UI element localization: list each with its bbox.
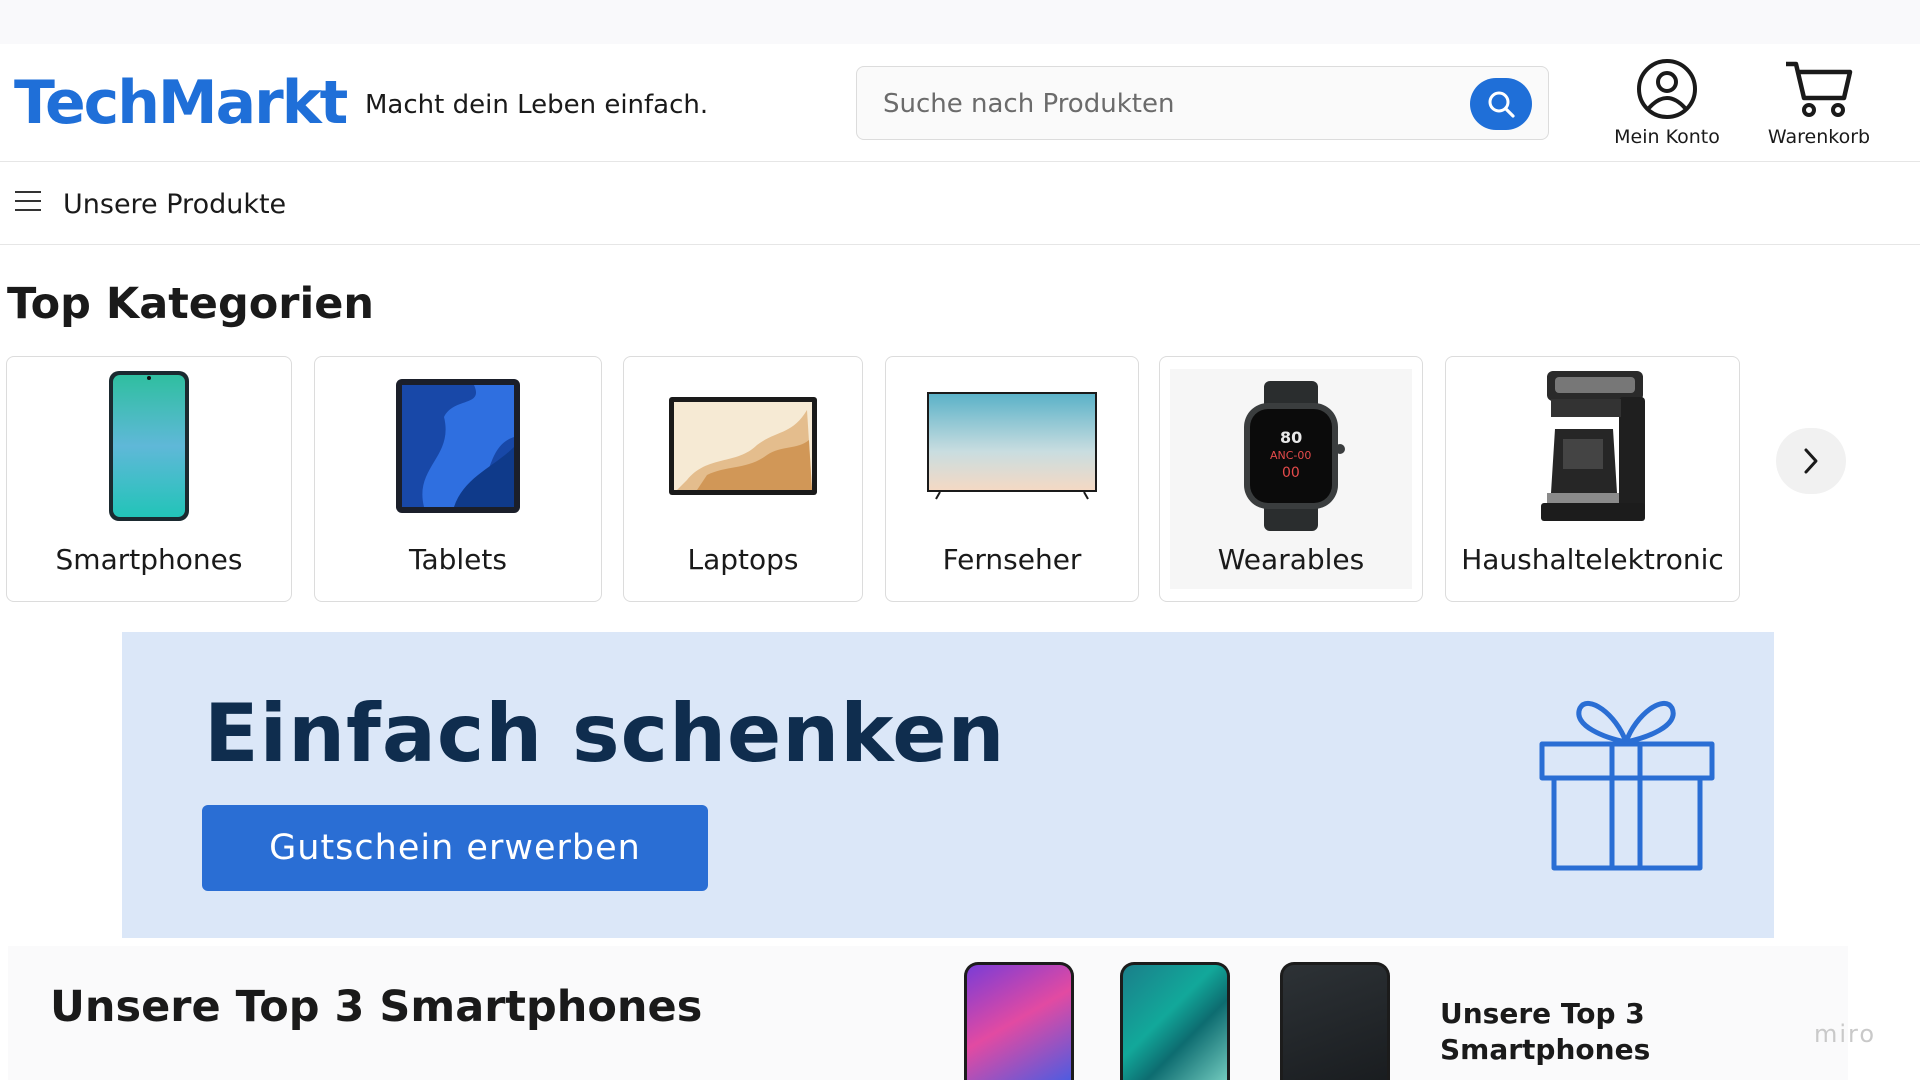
tagline: Macht dein Leben einfach. <box>365 90 709 120</box>
tv-image <box>886 371 1138 521</box>
watch-reading-3: 00 <box>1282 465 1300 481</box>
category-label: Haushaltelektronic <box>1461 543 1724 576</box>
hamburger-menu-icon[interactable] <box>15 191 41 213</box>
top-strip <box>0 0 1920 44</box>
category-card-fernseher[interactable]: Fernseher <box>885 356 1139 602</box>
coffee-machine-image <box>1446 371 1739 521</box>
category-label: Wearables <box>1217 543 1365 576</box>
buy-voucher-button[interactable]: Gutschein erwerben <box>202 805 708 891</box>
top3-title: Unsere Top 3 Smartphones <box>50 982 703 1032</box>
cart-button[interactable]: Warenkorb <box>1752 58 1886 148</box>
category-card-tablets[interactable]: Tablets <box>314 356 602 602</box>
nav-products-link[interactable]: Unsere Produkte <box>63 189 286 220</box>
category-card-haushaltelektronic[interactable]: Haushaltelektronic <box>1445 356 1740 602</box>
category-label: Smartphones <box>55 543 243 576</box>
search-button[interactable] <box>1470 78 1532 130</box>
watch-reading-2: ANC-00 <box>1270 449 1311 462</box>
category-card-wearables[interactable]: 80 ANC-00 00 Wearables <box>1159 356 1423 602</box>
category-card-laptops[interactable]: Laptops <box>623 356 863 602</box>
top-phone-3[interactable] <box>1280 962 1390 1080</box>
top-phone-2[interactable] <box>1120 962 1230 1080</box>
watch-reading-1: 80 <box>1280 428 1302 447</box>
shopping-cart-icon <box>1786 61 1853 117</box>
user-circle-icon <box>1637 59 1697 119</box>
laptop-image <box>624 371 862 521</box>
account-button[interactable]: Mein Konto <box>1598 58 1736 148</box>
category-card-smartphones[interactable]: Smartphones <box>6 356 292 602</box>
search-input[interactable] <box>883 85 1463 123</box>
product-nav: Unsere Produkte <box>0 163 1920 245</box>
category-label: Laptops <box>687 543 799 576</box>
categories-title: Top Kategorien <box>7 279 375 329</box>
logo[interactable]: TechMarkt <box>14 68 348 138</box>
smartphone-image <box>7 371 291 521</box>
chevron-right-icon <box>1804 448 1818 474</box>
top3-section: Unsere Top 3 Smartphones Unsere Top 3 Sm… <box>8 946 1848 1080</box>
site-header: TechMarkt Macht dein Leben einfach. Mein… <box>0 44 1920 162</box>
search-icon <box>1488 91 1515 118</box>
gift-banner: Einfach schenken Gutschein erwerben <box>122 632 1774 938</box>
category-label: Fernseher <box>942 543 1082 576</box>
category-next-button[interactable] <box>1776 428 1846 494</box>
watermark: miro <box>1814 1020 1877 1048</box>
account-label: Mein Konto <box>1614 126 1720 148</box>
gift-icon <box>1539 700 1715 871</box>
banner-title: Einfach schenken <box>204 687 1006 780</box>
top-phone-1[interactable] <box>964 962 1074 1080</box>
category-label: Tablets <box>409 543 507 576</box>
top3-side-text: Unsere Top 3 Smartphones <box>1440 997 1651 1066</box>
tablet-image <box>315 371 601 521</box>
cart-label: Warenkorb <box>1767 126 1871 148</box>
search-bar <box>856 66 1549 140</box>
